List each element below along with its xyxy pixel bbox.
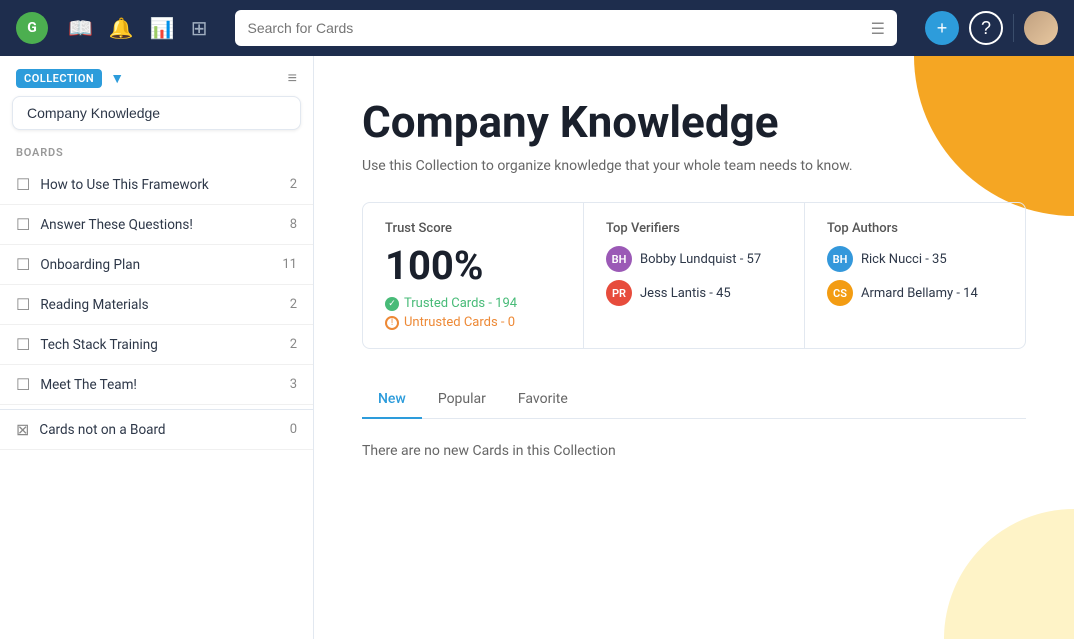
board-count: 0 — [290, 422, 297, 437]
tabs-row: NewPopularFavorite — [362, 381, 1026, 419]
stack-icon[interactable]: ⊞ — [191, 16, 208, 40]
board-name: Tech Stack Training — [40, 337, 289, 353]
sidebar-item[interactable]: ☐ Reading Materials 2 — [0, 285, 313, 325]
tab-favorite[interactable]: Favorite — [502, 381, 584, 419]
top-authors-box: Top Authors BH Rick Nucci - 35 CS Armard… — [805, 203, 1025, 348]
board-icon: ☐ — [16, 215, 30, 234]
sidebar-items-list: ☐ How to Use This Framework 2 ☐ Answer T… — [0, 165, 313, 450]
trust-score-label: Trust Score — [385, 221, 561, 236]
board-name: Onboarding Plan — [40, 257, 282, 273]
board-name: Meet The Team! — [40, 377, 289, 393]
board-count: 8 — [290, 217, 297, 232]
untrusted-label: Untrusted Cards - 0 — [404, 315, 515, 330]
verifier-name: Jess Lantis - 45 — [640, 286, 731, 301]
untrusted-icon: ! — [385, 316, 399, 330]
add-button[interactable]: + — [925, 11, 959, 45]
top-verifiers-box: Top Verifiers BH Bobby Lundquist - 57 PR… — [584, 203, 805, 348]
verifiers-list: BH Bobby Lundquist - 57 PR Jess Lantis -… — [606, 246, 782, 306]
authors-list: BH Rick Nucci - 35 CS Armard Bellamy - 1… — [827, 246, 1003, 306]
collection-header: COLLECTION ▼ ≡ — [0, 56, 313, 96]
content-area: Company Knowledge Use this Collection to… — [314, 56, 1074, 639]
board-name: How to Use This Framework — [40, 177, 289, 193]
board-count: 11 — [282, 257, 297, 272]
board-icon: ☐ — [16, 335, 30, 354]
empty-message: There are no new Cards in this Collectio… — [362, 435, 1026, 467]
boards-label: BOARDS — [0, 142, 313, 165]
topnav: G 📖 🔔 📊 ⊞ ☰ + ? — [0, 0, 1074, 56]
verifier-item: BH Bobby Lundquist - 57 — [606, 246, 782, 272]
author-item: CS Armard Bellamy - 14 — [827, 280, 1003, 306]
topnav-right: + ? — [925, 11, 1058, 45]
board-name: Answer These Questions! — [40, 217, 289, 233]
page-title: Company Knowledge — [362, 96, 1026, 148]
untrusted-cards: ! Untrusted Cards - 0 — [385, 315, 561, 330]
stats-row: Trust Score 100% ✓ Trusted Cards - 194 !… — [362, 202, 1026, 349]
sidebar-item[interactable]: ⊠ Cards not on a Board 0 — [0, 409, 313, 450]
board-icon: ☐ — [16, 375, 30, 394]
author-avatar: CS — [827, 280, 853, 306]
trusted-label: Trusted Cards - 194 — [404, 296, 517, 311]
verifier-avatar: BH — [606, 246, 632, 272]
help-button[interactable]: ? — [969, 11, 1003, 45]
collection-chevron-icon[interactable]: ▼ — [110, 70, 124, 87]
book-icon[interactable]: 📖 — [68, 16, 93, 40]
board-count: 2 — [290, 297, 297, 312]
trust-score-box: Trust Score 100% ✓ Trusted Cards - 194 !… — [363, 203, 584, 348]
board-count: 2 — [290, 177, 297, 192]
sidebar-item[interactable]: ☐ Onboarding Plan 11 — [0, 245, 313, 285]
deco-bottom-right — [944, 509, 1074, 639]
verifier-name: Bobby Lundquist - 57 — [640, 252, 761, 267]
board-count: 3 — [290, 377, 297, 392]
search-input[interactable] — [247, 20, 870, 36]
main-layout: COLLECTION ▼ ≡ Company Knowledge BOARDS … — [0, 56, 1074, 639]
board-icon: ⊠ — [16, 420, 29, 439]
board-name: Cards not on a Board — [39, 422, 289, 438]
sidebar-item[interactable]: ☐ Tech Stack Training 2 — [0, 325, 313, 365]
board-icon: ☐ — [16, 255, 30, 274]
bell-icon[interactable]: 🔔 — [109, 16, 134, 40]
board-name: Reading Materials — [40, 297, 289, 313]
author-name: Rick Nucci - 35 — [861, 252, 947, 267]
chart-icon[interactable]: 📊 — [150, 16, 175, 40]
sidebar-item[interactable]: ☐ How to Use This Framework 2 — [0, 165, 313, 205]
tab-new[interactable]: New — [362, 381, 422, 419]
verifier-item: PR Jess Lantis - 45 — [606, 280, 782, 306]
sidebar: COLLECTION ▼ ≡ Company Knowledge BOARDS … — [0, 56, 314, 639]
board-count: 2 — [290, 337, 297, 352]
logo[interactable]: G — [16, 12, 48, 44]
filter-icon[interactable]: ☰ — [871, 19, 885, 38]
trust-score-value: 100% — [385, 246, 561, 286]
author-item: BH Rick Nucci - 35 — [827, 246, 1003, 272]
top-authors-label: Top Authors — [827, 221, 1003, 236]
page-subtitle: Use this Collection to organize knowledg… — [362, 158, 1026, 174]
tab-popular[interactable]: Popular — [422, 381, 502, 419]
collection-badge: COLLECTION — [16, 69, 102, 88]
author-avatar: BH — [827, 246, 853, 272]
avatar[interactable] — [1024, 11, 1058, 45]
top-verifiers-label: Top Verifiers — [606, 221, 782, 236]
verifier-avatar: PR — [606, 280, 632, 306]
board-icon: ☐ — [16, 295, 30, 314]
nav-icons: 📖 🔔 📊 ⊞ — [68, 16, 207, 40]
collection-name-button[interactable]: Company Knowledge — [12, 96, 301, 130]
sidebar-item[interactable]: ☐ Meet The Team! 3 — [0, 365, 313, 405]
search-bar[interactable]: ☰ — [235, 10, 897, 46]
sidebar-item[interactable]: ☐ Answer These Questions! 8 — [0, 205, 313, 245]
sidebar-collapse-button[interactable]: ≡ — [288, 68, 297, 88]
author-name: Armard Bellamy - 14 — [861, 286, 978, 301]
nav-divider — [1013, 14, 1014, 42]
content-inner: Company Knowledge Use this Collection to… — [314, 56, 1074, 507]
board-icon: ☐ — [16, 175, 30, 194]
trusted-icon: ✓ — [385, 297, 399, 311]
trusted-cards: ✓ Trusted Cards - 194 — [385, 296, 561, 311]
